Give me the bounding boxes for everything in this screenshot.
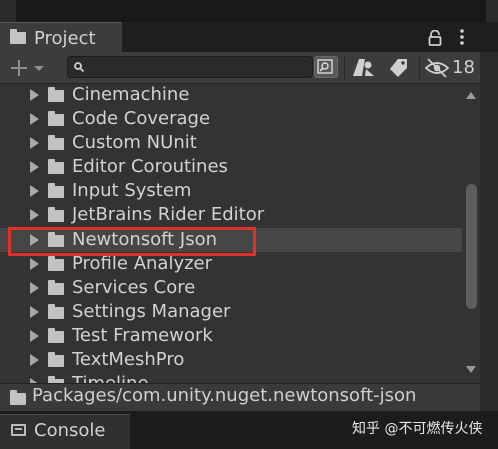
scroll-down-arrow-icon[interactable] bbox=[466, 366, 476, 373]
expand-arrow-icon[interactable] bbox=[30, 330, 39, 342]
expand-arrow-icon[interactable] bbox=[30, 354, 39, 366]
eye-hidden-icon bbox=[424, 58, 450, 78]
tree-item-label: Services Core bbox=[72, 277, 196, 298]
tree-item[interactable]: Services Core bbox=[0, 276, 462, 300]
selected-path: Packages/com.unity.nuget.newtonsoft-json bbox=[32, 385, 417, 406]
tree-item-label: Editor Coroutines bbox=[72, 156, 228, 177]
folder-icon bbox=[48, 207, 64, 222]
search-by-type-icon bbox=[317, 59, 333, 74]
tab-console-label: Console bbox=[34, 420, 106, 441]
tree-item-label: Timeline bbox=[72, 373, 149, 383]
search-input[interactable] bbox=[67, 56, 313, 78]
tree-item-label: JetBrains Rider Editor bbox=[72, 204, 265, 225]
expand-arrow-icon[interactable] bbox=[30, 161, 39, 173]
tree-item[interactable]: Test Framework bbox=[0, 324, 462, 348]
tree-item[interactable]: Timeline bbox=[0, 372, 462, 383]
filter-by-label-button[interactable] bbox=[386, 56, 412, 80]
toolbar-divider bbox=[419, 56, 420, 80]
tree-item-label: Input System bbox=[72, 180, 192, 201]
window-top-strip bbox=[0, 0, 498, 22]
tree-item[interactable]: JetBrains Rider Editor bbox=[0, 203, 462, 227]
tree-item[interactable]: Input System bbox=[0, 179, 462, 203]
folder-icon bbox=[48, 304, 64, 319]
expand-arrow-icon[interactable] bbox=[30, 209, 39, 221]
expand-arrow-icon[interactable] bbox=[30, 306, 39, 318]
chevron-down-icon bbox=[34, 66, 44, 71]
filter-type-icon bbox=[353, 59, 374, 76]
lock-icon[interactable] bbox=[428, 30, 442, 46]
selected-path-bar: Packages/com.unity.nuget.newtonsoft-json bbox=[0, 383, 480, 411]
expand-arrow-icon[interactable] bbox=[30, 282, 39, 294]
scroll-up-arrow-icon[interactable] bbox=[466, 92, 476, 99]
search-icon bbox=[74, 62, 85, 73]
expand-arrow-icon[interactable] bbox=[30, 137, 39, 149]
folder-icon bbox=[10, 390, 26, 405]
expand-arrow-icon[interactable] bbox=[30, 89, 39, 101]
tab-console[interactable]: Console bbox=[0, 414, 130, 449]
tree-item[interactable]: Settings Manager bbox=[0, 300, 462, 324]
tree-item[interactable]: TextMeshPro bbox=[0, 348, 462, 372]
label-tag-icon bbox=[390, 59, 407, 77]
folder-icon bbox=[48, 328, 64, 343]
folder-icon bbox=[48, 87, 64, 102]
tree-item[interactable]: Code Coverage bbox=[0, 107, 462, 131]
hidden-packages-toggle[interactable]: 18 bbox=[424, 56, 476, 80]
folder-icon bbox=[48, 352, 64, 367]
folder-icon bbox=[10, 29, 26, 44]
scrollbar-thumb[interactable] bbox=[466, 184, 477, 309]
expand-arrow-icon[interactable] bbox=[30, 113, 39, 125]
tab-project-label: Project bbox=[34, 28, 96, 49]
folder-icon bbox=[48, 135, 64, 150]
toolbar-divider bbox=[344, 56, 345, 80]
watermark: 知乎 @不可燃传火侠 bbox=[352, 421, 483, 437]
hidden-packages-count: 18 bbox=[452, 57, 475, 78]
annotation-highlight-box bbox=[8, 227, 256, 256]
folder-icon bbox=[48, 111, 64, 126]
tree-item-label: Profile Analyzer bbox=[72, 253, 213, 274]
tree-item-label: TextMeshPro bbox=[72, 349, 185, 370]
tree-item-label: Test Framework bbox=[72, 325, 213, 346]
tree-item-label: Settings Manager bbox=[72, 301, 231, 322]
kebab-menu-icon[interactable] bbox=[456, 28, 468, 46]
add-dropdown-button[interactable] bbox=[6, 56, 50, 80]
console-icon bbox=[11, 424, 26, 436]
tree-item-label: Code Coverage bbox=[72, 108, 211, 129]
tree-item[interactable]: Cinemachine bbox=[0, 84, 462, 107]
folder-icon bbox=[48, 256, 64, 271]
expand-arrow-icon[interactable] bbox=[30, 258, 39, 270]
tree-item-label: Cinemachine bbox=[72, 84, 190, 105]
tree-item-label: Custom NUnit bbox=[72, 132, 197, 153]
tree-item[interactable]: Custom NUnit bbox=[0, 131, 462, 155]
folder-icon bbox=[48, 183, 64, 198]
search-by-type-button[interactable] bbox=[314, 56, 338, 78]
plus-icon bbox=[11, 60, 27, 76]
filter-by-type-button[interactable] bbox=[350, 56, 378, 80]
folder-icon bbox=[48, 159, 64, 174]
right-panel-edge bbox=[480, 52, 498, 412]
expand-arrow-icon[interactable] bbox=[30, 185, 39, 197]
tab-project[interactable]: Project bbox=[0, 22, 122, 52]
tree-item[interactable]: Editor Coroutines bbox=[0, 155, 462, 179]
folder-icon bbox=[48, 280, 64, 295]
